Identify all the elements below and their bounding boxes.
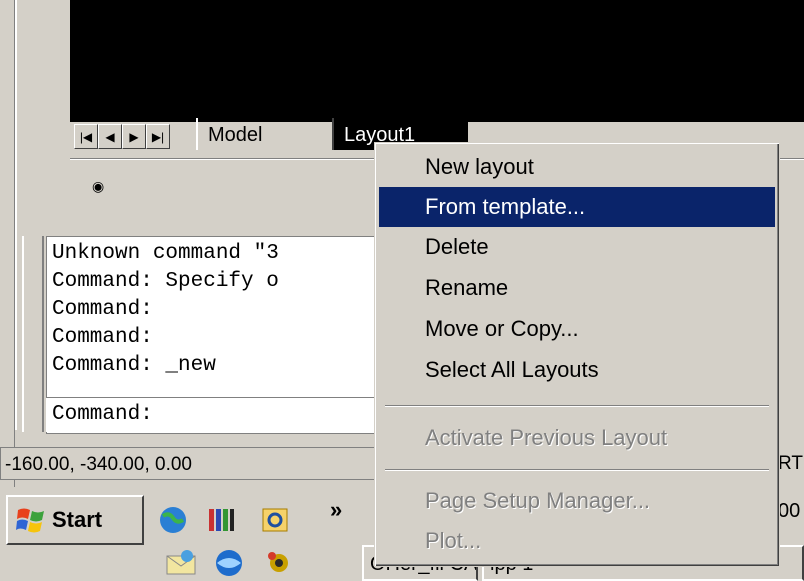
command-input[interactable]: Command: — [46, 397, 386, 432]
tray-settings-icon[interactable]: ◉ — [92, 178, 104, 195]
menu-item-page-setup-manager: Page Setup Manager... — [425, 488, 651, 513]
next-tab-icon: ▶ — [129, 129, 139, 144]
command-history-line: Unknown command "3 — [52, 242, 279, 265]
menu-item-move-or-copy[interactable]: Move or Copy... — [379, 309, 775, 349]
command-history: Unknown command "3 Command: Specify o Co… — [52, 240, 392, 380]
outlook-icon[interactable] — [258, 503, 292, 537]
layout-context-menu: New layout From template... Delete Renam… — [374, 142, 780, 567]
command-history-line: Command: _new — [52, 354, 216, 377]
taskbar-more-button[interactable]: » — [330, 497, 342, 523]
envelope-icon[interactable] — [164, 546, 198, 580]
last-tab-icon: ▶| — [151, 129, 165, 144]
prev-tab-icon: ◀ — [105, 129, 115, 144]
command-history-line: Command: — [52, 298, 153, 321]
menu-item-select-all-layouts[interactable]: Select All Layouts — [379, 350, 775, 390]
coordinates-readout: -160.00, -340.00, 0.00 — [0, 447, 386, 480]
globe-icon[interactable] — [156, 503, 190, 537]
taskbar-right-stub: 00 — [778, 500, 801, 522]
next-tab-button[interactable]: ▶ — [122, 124, 146, 149]
menu-separator — [385, 405, 769, 407]
menu-item-rename[interactable]: Rename — [379, 268, 775, 308]
gear-icon[interactable] — [262, 546, 296, 580]
start-label: Start — [52, 507, 103, 532]
last-tab-button[interactable]: ▶| — [146, 124, 170, 149]
menu-item-activate-previous-layout: Activate Previous Layout — [425, 425, 668, 450]
command-history-line: Command: — [52, 326, 153, 349]
menu-item-delete[interactable]: Delete — [379, 227, 775, 267]
menu-item-new-layout[interactable]: New layout — [379, 147, 775, 187]
command-window-grip[interactable] — [22, 236, 44, 432]
windows-logo-icon — [16, 508, 44, 533]
tab-model[interactable]: Model — [196, 118, 334, 150]
drawing-canvas[interactable] — [70, 0, 804, 122]
browser-icon[interactable] — [212, 546, 246, 580]
bars-icon[interactable] — [204, 503, 238, 537]
menu-separator — [385, 469, 769, 471]
first-tab-icon: |◀ — [79, 129, 93, 144]
menu-item-plot: Plot... — [425, 528, 482, 553]
command-history-line: Command: Specify o — [52, 270, 279, 293]
start-button[interactable]: Start — [6, 495, 144, 545]
menu-item-from-template[interactable]: From template... — [379, 187, 775, 227]
status-bar-stub: RT — [778, 453, 803, 474]
first-tab-button[interactable]: |◀ — [74, 124, 98, 149]
prev-tab-button[interactable]: ◀ — [98, 124, 122, 149]
